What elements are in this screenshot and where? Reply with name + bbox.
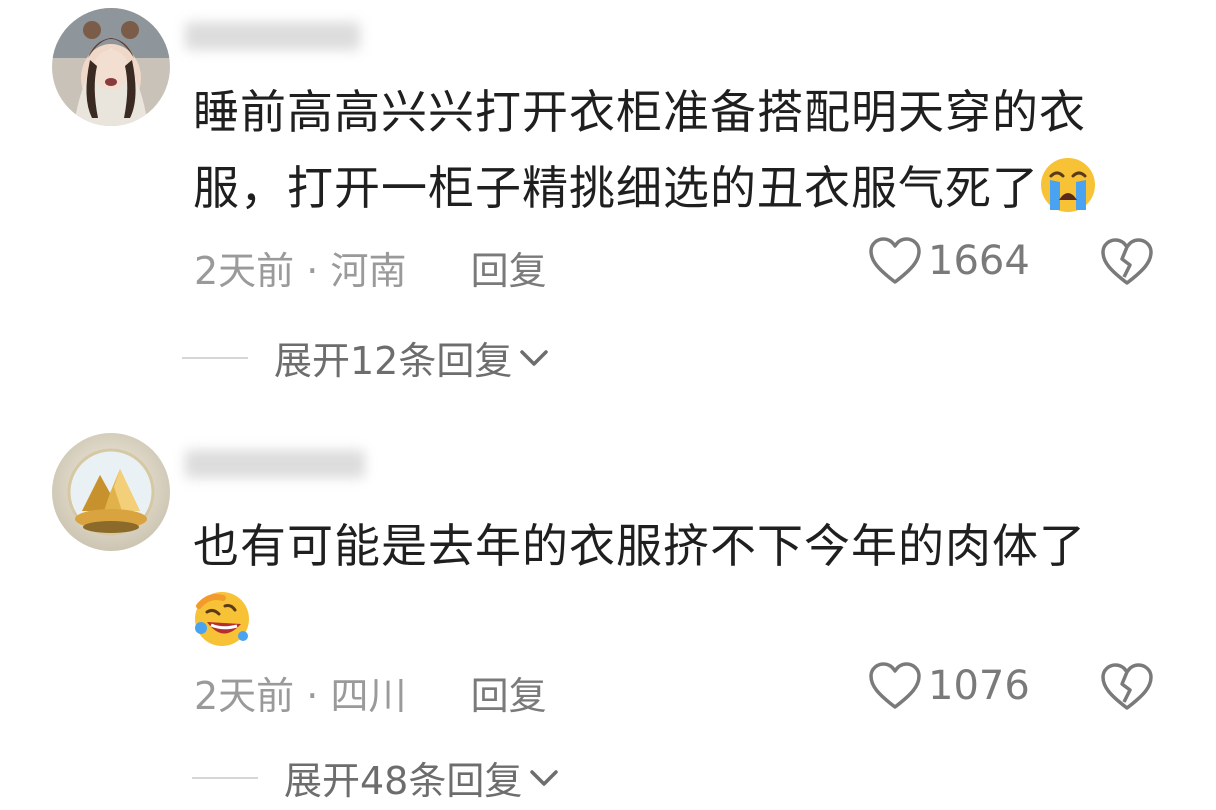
chevron-down-icon	[530, 769, 559, 786]
comment-item: 也有可能是去年的衣服挤不下今年的肉体了 2天前 · 四川 回复 1076 展开4…	[0, 425, 1216, 810]
username-blurred[interactable]	[185, 450, 365, 478]
expand-divider	[192, 776, 258, 779]
expand-replies-label: 展开12条回复	[274, 339, 513, 383]
avatar[interactable]	[52, 8, 170, 126]
avatar[interactable]	[52, 433, 170, 551]
comment-location: 四川	[330, 674, 407, 718]
comment-text: 也有可能是去年的衣服挤不下今年的肉体了	[193, 508, 1123, 660]
expand-replies-label: 展开48条回复	[284, 759, 523, 803]
chevron-down-icon	[520, 349, 549, 366]
comment-text: 睡前高高兴兴打开衣柜准备搭配明天穿的衣服，打开一柜子精挑细选的丑衣服气死了	[193, 74, 1123, 226]
reply-button[interactable]: 回复	[471, 674, 547, 718]
broken-heart-icon	[1101, 238, 1153, 285]
loudly-crying-face-icon	[1039, 156, 1097, 214]
dislike-button[interactable]	[1100, 237, 1154, 287]
comment-body: 睡前高高兴兴打开衣柜准备搭配明天穿的衣服，打开一柜子精挑细选的丑衣服气死了	[193, 85, 1086, 215]
reply-button[interactable]: 回复	[471, 249, 547, 293]
like-button[interactable]: 1664	[868, 236, 1030, 286]
meta-separator: ·	[306, 674, 319, 718]
like-count: 1076	[928, 663, 1030, 709]
comment-time: 2天前	[194, 249, 295, 293]
comment-meta: 2天前 · 四川 回复	[194, 665, 547, 720]
heart-outline-icon	[869, 237, 921, 284]
comment-item: 睡前高高兴兴打开衣柜准备搭配明天穿的衣服，打开一柜子精挑细选的丑衣服气死了 2天…	[0, 0, 1216, 400]
comment-location: 河南	[330, 249, 407, 293]
dislike-button[interactable]	[1100, 662, 1154, 712]
username-blurred[interactable]	[185, 22, 360, 50]
broken-heart-icon	[1101, 663, 1153, 710]
heart-outline-icon	[869, 662, 921, 709]
meta-separator: ·	[306, 249, 319, 293]
expand-replies-button[interactable]: 展开12条回复	[182, 330, 550, 385]
like-count: 1664	[928, 238, 1030, 284]
expand-divider	[182, 356, 248, 359]
expand-replies-button[interactable]: 展开48条回复	[192, 750, 560, 805]
comment-time: 2天前	[194, 674, 295, 718]
comment-meta: 2天前 · 河南 回复	[194, 240, 547, 295]
rolling-on-floor-laughing-icon	[193, 590, 251, 648]
comment-body: 也有可能是去年的衣服挤不下今年的肉体了	[193, 519, 1086, 573]
like-button[interactable]: 1076	[868, 661, 1030, 711]
